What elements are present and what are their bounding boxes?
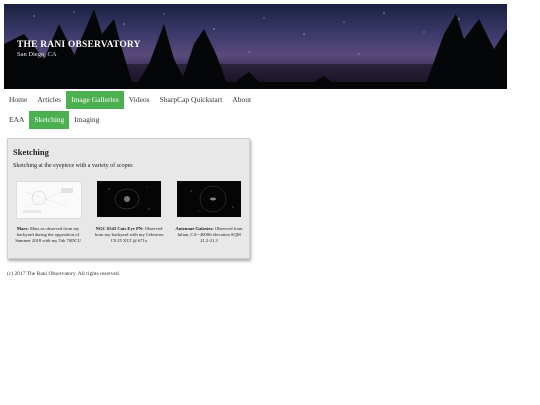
- subnav-item-sketching[interactable]: Sketching: [29, 111, 70, 129]
- gallery-card: Sketching Sketching at the eyepiece with…: [7, 138, 250, 259]
- cats-eye-sketch-image: [108, 186, 150, 210]
- gallery-description: Sketching at the eyepiece with a variety…: [13, 163, 133, 169]
- subnav-item-imaging[interactable]: Imaging: [69, 111, 104, 129]
- gallery-thumbnail-mars[interactable]: [16, 181, 82, 219]
- nav-item-about[interactable]: About: [227, 91, 256, 109]
- header-banner: THE RANI OBSERVATORY San Diego, CA: [4, 4, 507, 89]
- footer-copyright: (c) 2017 The Rani Observatory. All right…: [7, 271, 121, 277]
- nav-item-image-galleries[interactable]: Image Galleries: [66, 91, 124, 109]
- site-subtitle: San Diego, CA: [17, 51, 57, 58]
- gallery-caption-cats-eye: NGC 6543 Cats Eye PN: Observed from my b…: [92, 226, 166, 244]
- gallery-title: Sketching: [13, 147, 49, 157]
- nav-item-sharpcap-quickstart[interactable]: SharpCap Quickstart: [155, 91, 228, 109]
- mars-sketch-image: [23, 188, 73, 213]
- main-nav: Home Articles Image Galleries Videos Sha…: [4, 91, 256, 109]
- caption-title: Mars:: [16, 226, 29, 231]
- nav-item-home[interactable]: Home: [4, 91, 32, 109]
- caption-title: Antennae Galaxies:: [175, 226, 214, 231]
- nav-item-videos[interactable]: Videos: [124, 91, 155, 109]
- gallery-caption-antennae: Antennae Galaxies: Observed from Julian,…: [172, 226, 246, 244]
- caption-title: NGC 6543 Cats Eye PN:: [95, 226, 144, 231]
- site-title[interactable]: THE RANI OBSERVATORY: [17, 40, 141, 50]
- subnav-item-eaa[interactable]: EAA: [4, 111, 29, 129]
- antennae-galaxies-sketch-image: [190, 185, 234, 213]
- gallery-thumbnail-antennae[interactable]: [177, 181, 241, 217]
- nav-item-articles[interactable]: Articles: [32, 91, 66, 109]
- sub-nav: EAA Sketching Imaging: [4, 111, 104, 129]
- gallery-thumbnail-cats-eye[interactable]: [97, 181, 161, 217]
- gallery-caption-mars: Mars: Mars as observed from my backyard …: [11, 226, 85, 244]
